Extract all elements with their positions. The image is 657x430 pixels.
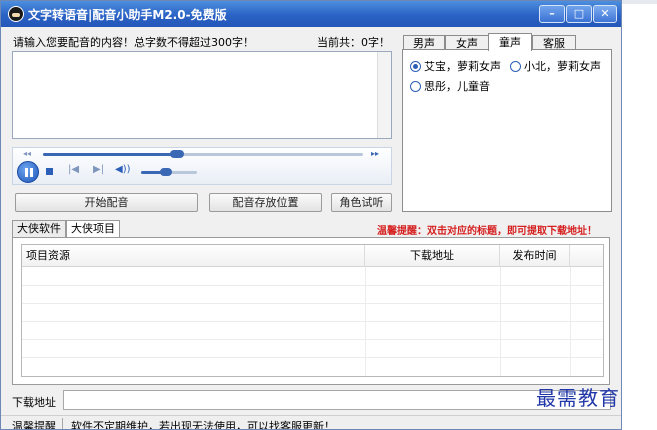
voice-preview-button[interactable]: 角色试听: [331, 193, 392, 212]
char-count-label: 当前共：0字！: [317, 34, 390, 50]
column-divider: [365, 267, 366, 376]
column-divider: [500, 267, 501, 376]
tab-child-voice[interactable]: 童声: [488, 33, 532, 51]
textarea-scrollbar[interactable]: [377, 52, 391, 138]
voice-option-xiaobei[interactable]: 小北，萝莉女声: [510, 58, 601, 74]
row-divider: [22, 339, 603, 340]
content-textarea[interactable]: [12, 51, 392, 139]
close-button[interactable]: ✕: [593, 5, 617, 23]
projects-panel: 项目资源 下载地址 发布时间: [12, 237, 610, 385]
app-logo-icon: [8, 6, 24, 22]
column-header-resource[interactable]: 项目资源: [22, 245, 365, 267]
start-dubbing-button[interactable]: 开始配音: [15, 193, 198, 212]
project-list[interactable]: 项目资源 下载地址 发布时间: [21, 244, 604, 377]
save-location-button[interactable]: 配音存放位置: [209, 193, 322, 212]
char-count-text: 当前共：0字！: [317, 36, 390, 49]
pause-button[interactable]: [17, 161, 39, 183]
row-divider: [22, 303, 603, 304]
volume-thumb[interactable]: [160, 168, 173, 176]
status-bar: 温馨提醒 软件不定期维护，若出现无法使用，可以找客服更新！: [1, 415, 621, 430]
minimize-button[interactable]: –: [539, 5, 565, 23]
watermark-logo: 最需教育: [536, 386, 620, 410]
fast-forward-icon[interactable]: ▸▸: [371, 149, 379, 158]
status-separator: [62, 418, 63, 429]
maximize-button[interactable]: □: [566, 5, 592, 23]
column-header-extra[interactable]: [570, 245, 603, 267]
seek-slider[interactable]: [43, 150, 363, 158]
voice-option-label: 艾宝，萝莉女声: [424, 60, 501, 73]
voice-option-aibao[interactable]: 艾宝，萝莉女声: [410, 58, 501, 74]
row-divider: [22, 285, 603, 286]
window-title: 文字转语音|配音小助手M2.0-免费版: [28, 8, 227, 22]
voice-option-label: 小北，萝莉女声: [524, 60, 601, 73]
title-bar: 文字转语音|配音小助手M2.0-免费版 – □ ✕: [1, 1, 621, 27]
voice-option-label: 思彤，儿童音: [424, 80, 490, 93]
row-divider: [22, 357, 603, 358]
radio-selected-icon[interactable]: [410, 60, 421, 72]
volume-slider[interactable]: [141, 168, 197, 176]
tip-message: 温馨提醒：双击对应的标题，即可提取下载地址！: [377, 226, 597, 237]
radio-unselected-icon[interactable]: [410, 80, 421, 92]
rewind-icon[interactable]: ◂◂: [23, 149, 31, 158]
radio-unselected-icon[interactable]: [510, 60, 521, 72]
next-icon[interactable]: ▶|: [93, 164, 104, 175]
column-header-download-url[interactable]: 下载地址: [365, 245, 500, 267]
voice-option-sitong[interactable]: 思彤，儿童音: [410, 78, 490, 94]
stop-icon[interactable]: [46, 168, 53, 175]
download-url-field[interactable]: [63, 390, 611, 410]
row-divider: [22, 321, 603, 322]
status-label: 温馨提醒: [12, 420, 56, 430]
app-window: 文字转语音|配音小助手M2.0-免费版 – □ ✕ 请输入您要配音的内容！总字数…: [0, 0, 622, 430]
tab-software[interactable]: 大侠软件: [12, 220, 66, 238]
seek-thumb[interactable]: [170, 150, 185, 158]
column-header-publish-time[interactable]: 发布时间: [500, 245, 570, 267]
status-message: 软件不定期维护，若出现无法使用，可以找客服更新！: [71, 420, 335, 430]
tab-projects[interactable]: 大侠项目: [66, 220, 120, 238]
download-url-label: 下载地址: [12, 396, 56, 409]
seek-progress-fill: [43, 153, 178, 156]
column-divider: [570, 267, 571, 376]
volume-icon[interactable]: ◀)): [115, 164, 131, 175]
input-prompt-label: 请输入您要配音的内容！总字数不得超过300字！: [13, 36, 254, 49]
list-header: 项目资源 下载地址 发布时间: [22, 245, 603, 267]
media-player: ◂◂ ▸▸ |◀ ▶| ◀)): [12, 147, 392, 185]
previous-icon[interactable]: |◀: [68, 164, 79, 175]
